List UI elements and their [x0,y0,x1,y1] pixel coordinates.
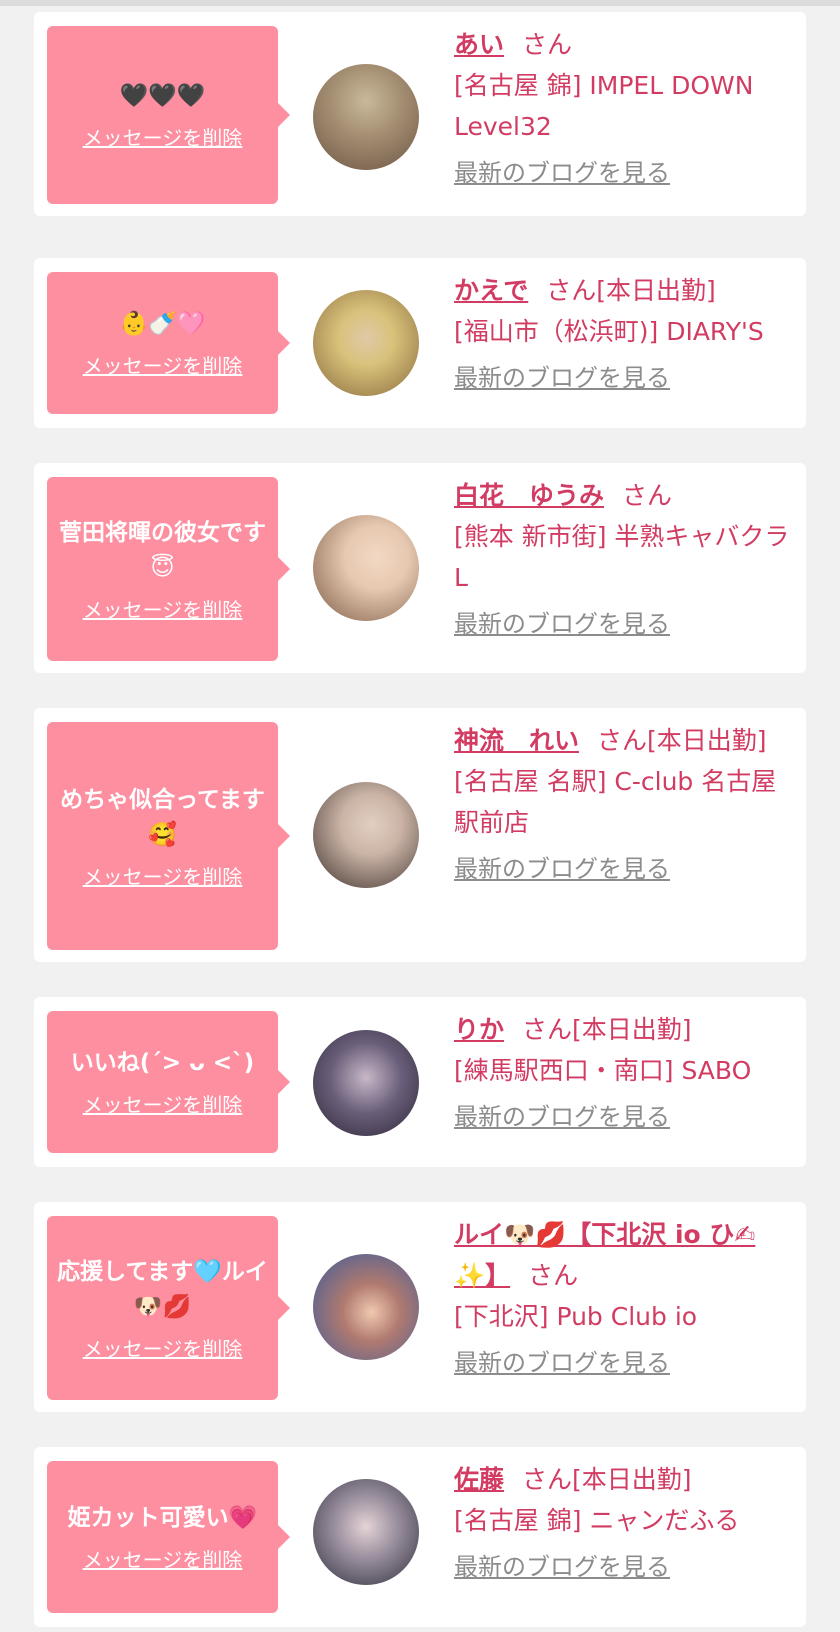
message-card: 菅田将暉の彼女です😇 メッセージを削除 白花 ゆうみ さん [熊本 新市街] 半熟… [34,463,806,673]
avatar[interactable] [313,290,419,396]
avatar[interactable] [313,1479,419,1585]
profile-name-link[interactable]: かえで [454,276,528,305]
message-bubble: 姫カット可愛い💗 メッセージを削除 [47,1461,290,1613]
latest-blog-link[interactable]: 最新のブログを見る [454,153,790,194]
delete-message-link[interactable]: メッセージを削除 [83,1333,243,1362]
latest-blog-link[interactable]: 最新のブログを見る [454,1097,790,1138]
message-text: 応援してます🩵ルイ🐶💋 [57,1258,268,1320]
name-suffix: さん[本日出勤] [546,276,716,305]
profile-info: 佐藤 さん[本日出勤] [名古屋 錦] ニャンだふる 最新のブログを見る [454,1459,790,1588]
message-bubble: 応援してます🩵ルイ🐶💋 メッセージを削除 [47,1216,290,1400]
shop-name: [練馬駅西口・南口] SABO [454,1056,752,1085]
name-suffix: さん [522,30,573,59]
message-card: 応援してます🩵ルイ🐶💋 メッセージを削除 ルイ🐶💋【下北沢 io ひ✍︎✨】 さん… [34,1202,806,1412]
message-card: めちゃ似合ってます🥰 メッセージを削除 神流 れい さん[本日出勤] [名古屋 名… [34,708,806,962]
avatar[interactable] [313,64,419,170]
profile-info: 神流 れい さん[本日出勤] [名古屋 名駅] C-club 名古屋駅前店 最新の… [454,720,790,890]
profile-name-link[interactable]: ルイ🐶💋【下北沢 io ひ✍︎✨】 [454,1220,755,1290]
message-bubble: 🖤🖤🖤 メッセージを削除 [47,26,290,204]
latest-blog-link[interactable]: 最新のブログを見る [454,604,790,645]
delete-message-link[interactable]: メッセージを削除 [83,122,243,151]
shop-name: [熊本 新市街] 半熟キャバクラ L [454,522,790,592]
profile-name-link[interactable]: 神流 れい [454,726,579,755]
name-suffix: さん [622,481,673,510]
message-text: めちゃ似合ってます🥰 [60,786,265,848]
message-text: 姫カット可愛い💗 [67,1505,258,1531]
latest-blog-link[interactable]: 最新のブログを見る [454,849,790,890]
delete-message-link[interactable]: メッセージを削除 [83,350,243,379]
profile-name-link[interactable]: あい [454,30,504,59]
name-suffix: さん[本日出勤] [522,1465,692,1494]
message-card: 姫カット可愛い💗 メッセージを削除 佐藤 さん[本日出勤] [名古屋 錦] ニャン… [34,1447,806,1627]
name-suffix: さん [528,1261,579,1290]
avatar[interactable] [313,782,419,888]
message-card: いいね(ˊ> ᴗ <ˋ) メッセージを削除 りか さん[本日出勤] [練馬駅西口・… [34,997,806,1167]
delete-message-link[interactable]: メッセージを削除 [83,1089,243,1118]
profile-info: 白花 ゆうみ さん [熊本 新市街] 半熟キャバクラ L 最新のブログを見る [454,475,790,645]
avatar[interactable] [313,515,419,621]
message-text: いいね(ˊ> ᴗ <ˋ) [70,1050,255,1076]
top-divider [0,0,840,6]
message-text: 菅田将暉の彼女です😇 [59,519,266,581]
delete-message-link[interactable]: メッセージを削除 [83,861,243,890]
message-bubble: 菅田将暉の彼女です😇 メッセージを削除 [47,477,290,661]
name-suffix: さん[本日出勤] [522,1015,692,1044]
avatar[interactable] [313,1030,419,1136]
message-bubble: いいね(ˊ> ᴗ <ˋ) メッセージを削除 [47,1011,290,1153]
profile-info: かえで さん[本日出勤] [福山市（松浜町)] DIARY'S 最新のブログを見る [454,270,790,399]
shop-name: [福山市（松浜町)] DIARY'S [454,317,764,346]
message-bubble: 👶🍼🩷 メッセージを削除 [47,272,290,414]
profile-info: ルイ🐶💋【下北沢 io ひ✍︎✨】 さん [下北沢] Pub Club io 最新… [454,1214,790,1384]
shop-name: [名古屋 錦] IMPEL DOWN Level32 [454,71,754,141]
delete-message-link[interactable]: メッセージを削除 [83,1544,243,1573]
message-text: 👶🍼🩷 [119,311,206,337]
message-bubble: めちゃ似合ってます🥰 メッセージを削除 [47,722,290,950]
profile-name-link[interactable]: 白花 ゆうみ [454,481,604,510]
profile-info: りか さん[本日出勤] [練馬駅西口・南口] SABO 最新のブログを見る [454,1009,790,1138]
avatar[interactable] [313,1254,419,1360]
shop-name: [下北沢] Pub Club io [454,1302,698,1331]
shop-name: [名古屋 錦] ニャンだふる [454,1506,740,1535]
shop-name: [名古屋 名駅] C-club 名古屋駅前店 [454,767,777,837]
latest-blog-link[interactable]: 最新のブログを見る [454,1343,790,1384]
message-text: 🖤🖤🖤 [119,83,206,109]
latest-blog-link[interactable]: 最新のブログを見る [454,1547,790,1588]
latest-blog-link[interactable]: 最新のブログを見る [454,358,790,399]
profile-name-link[interactable]: 佐藤 [454,1465,504,1494]
name-suffix: さん[本日出勤] [597,726,767,755]
message-card: 👶🍼🩷 メッセージを削除 かえで さん[本日出勤] [福山市（松浜町)] DIAR… [34,258,806,428]
profile-info: あい さん [名古屋 錦] IMPEL DOWN Level32 最新のブログを見… [454,24,790,194]
delete-message-link[interactable]: メッセージを削除 [83,594,243,623]
message-card: 🖤🖤🖤 メッセージを削除 あい さん [名古屋 錦] IMPEL DOWN Lev… [34,12,806,216]
profile-name-link[interactable]: りか [454,1015,504,1044]
